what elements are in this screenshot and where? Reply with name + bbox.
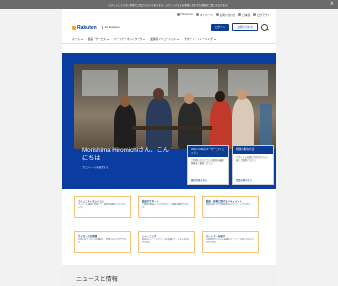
card-body: ご利用いただいている製品の最新情報をご確認ください: [191, 159, 224, 166]
nav-label: パートナーネットワーク: [113, 38, 143, 41]
close-icon[interactable]: ×: [330, 1, 334, 8]
login-notice-banner: ログインしていない状態でご覧いただいております。ログインするとお客様に合わせた情…: [0, 0, 338, 9]
news-title: ニュースと情報: [76, 277, 118, 283]
news-section: ニュースと情報: [62, 265, 276, 286]
hero-greeting: Morishima Hiromichiさん、こんにちは: [82, 147, 169, 162]
profile-link[interactable]: プロフィールを確認する: [82, 165, 108, 169]
resource-tile[interactable]: ライセンスの管理 お持ちのライセンスを確認し、管理することができます。: [74, 231, 131, 253]
resource-tile[interactable]: トレーニング 製品のトレーニングコースを受講して、スキルを向上できます。: [138, 231, 195, 253]
nav-label: 業種別ソリューション: [150, 38, 177, 41]
brand-actions: ログイン お問い合わせ: [211, 23, 268, 31]
utility-label: 日本語: [242, 13, 251, 17]
logo[interactable]: Rakuten for business: [72, 25, 120, 31]
resource-tile[interactable]: パートナーを探す お客様のビジネスに最適なパートナーを見つけることができます。: [202, 231, 259, 253]
tile-body: 製品の使い方や技術資料をダウンロードできます。: [206, 204, 252, 206]
tile-body: 製品のトレーニングコースを受講して、スキルを向上できます。: [142, 239, 190, 244]
utility-item-logout[interactable]: ログアウト: [253, 13, 270, 17]
person: [232, 98, 254, 149]
resource-tile[interactable]: 製品のサポート ご使用の製品についてのサポート情報を確認できます。: [138, 196, 195, 218]
chevron-down-icon: [213, 38, 216, 40]
nav-item-partners[interactable]: パートナーネットワーク: [114, 37, 146, 41]
table: [132, 126, 212, 130]
nav-label: 製品・サービス: [87, 38, 106, 41]
tile-title: パートナーを探す: [206, 235, 226, 238]
troubleshoot-card[interactable]: 問題の解決方法 サポートにお問い合わせいただく前にご確認ください 問題を解決する: [232, 145, 274, 185]
globe-icon: [176, 13, 180, 16]
login-button[interactable]: ログイン: [211, 23, 230, 31]
window-pane: [82, 70, 118, 96]
brand-bar: Rakuten for business ログイン お問い合わせ: [62, 20, 276, 35]
card-title: 問題の解決方法: [233, 146, 273, 154]
utility-item-follow[interactable]: Follow Us: [176, 13, 193, 16]
page: Follow Us マイページ お問い合わせ 日本語 ログアウト Rakuten…: [62, 9, 276, 286]
person: [146, 98, 172, 149]
utility-item-mypage[interactable]: マイページ: [195, 13, 213, 17]
person-head: [215, 91, 225, 102]
chevron-down-icon: [177, 38, 180, 40]
tile-title: ライセンスの管理: [78, 235, 98, 238]
nav-label: サポート・トレーニング: [184, 38, 213, 41]
card-title: Web Cafeのユーザーコミュニティ: [188, 146, 228, 157]
nav-item-products[interactable]: 製品・サービス: [88, 37, 109, 41]
person-head: [237, 89, 247, 100]
resource-tile[interactable]: コミュニティセッション オンライン講座に参加して、最新の情報を入手しましょう。: [74, 196, 131, 218]
community-card[interactable]: Web Cafeのユーザーコミュニティ ご利用いただいている製品の最新情報をご確…: [187, 145, 229, 185]
nav-item-solutions[interactable]: 業種別ソリューション: [150, 37, 180, 41]
card-link[interactable]: 最新情報を見る: [191, 178, 207, 182]
nav-label: ホーム: [72, 38, 80, 41]
chevron-down-icon: [143, 38, 146, 40]
tile-body: ご使用の製品についてのサポート情報を確認できます。: [142, 204, 188, 209]
main-nav: ホーム 製品・サービス パートナーネットワーク 業種別ソリューション サポート・…: [62, 35, 276, 44]
logout-icon: [253, 13, 257, 16]
utility-label: お問い合わせ: [219, 13, 236, 17]
tile-title: トレーニング: [142, 235, 157, 238]
tile-body: お客様のビジネスに最適なパートナーを見つけることができます。: [206, 239, 255, 244]
utility-label: マイページ: [199, 13, 213, 17]
browser-frame: ログインしていない状態でご覧いただいております。ログインするとお客様に合わせた情…: [0, 0, 338, 286]
person: [210, 100, 232, 149]
chat-icon: [215, 13, 219, 16]
search-icon[interactable]: [261, 23, 268, 31]
card-link[interactable]: 問題を解決する: [236, 178, 252, 182]
utility-bar: Follow Us マイページ お問い合わせ 日本語 ログアウト: [62, 9, 276, 20]
utility-label: ログアウト: [257, 13, 270, 17]
person-head: [120, 96, 130, 107]
hero-photo: [74, 64, 276, 149]
logo-mark-icon: [72, 25, 76, 30]
tile-title: 製品のサポート: [142, 200, 159, 203]
card-body: サポートにお問い合わせいただく前にご確認ください: [236, 155, 269, 162]
window-pane: [178, 69, 218, 97]
resource-tile[interactable]: 製品・技術に関するドキュメント 製品の使い方や技術資料をダウンロードできます。: [202, 196, 259, 218]
contact-button[interactable]: お問い合わせ: [232, 23, 258, 31]
chevron-down-icon: [106, 38, 109, 40]
tile-body: オンライン講座に参加して、最新の情報を入手しましょう。: [78, 204, 126, 209]
hero: Morishima Hiromichiさん、こんにちは プロフィールを確認する …: [62, 53, 276, 189]
window-pane: [228, 70, 268, 96]
utility-item-language[interactable]: 日本語: [238, 13, 250, 17]
chair: [260, 104, 272, 149]
tile-title: コミュニティセッション: [78, 200, 105, 203]
chevron-down-icon: [80, 38, 83, 40]
tile-title: 製品・技術に関するドキュメント: [206, 200, 242, 203]
nav-item-home[interactable]: ホーム: [72, 37, 83, 41]
banner-text: ログインしていない状態でご覧いただいております。ログインするとお客様に合わせた情…: [108, 3, 230, 7]
user-icon: [195, 13, 199, 16]
person-head: [153, 88, 164, 100]
utility-item-contact[interactable]: お問い合わせ: [215, 13, 236, 17]
nav-item-support[interactable]: サポート・トレーニング: [184, 37, 216, 41]
person-head: [184, 93, 194, 104]
logo-text: Rakuten: [77, 24, 97, 31]
utility-label: Follow Us: [180, 13, 193, 16]
language-icon: [238, 13, 242, 16]
tile-body: お持ちのライセンスを確認し、管理することができます。: [78, 239, 126, 244]
logo-subtitle: for business: [101, 26, 120, 29]
